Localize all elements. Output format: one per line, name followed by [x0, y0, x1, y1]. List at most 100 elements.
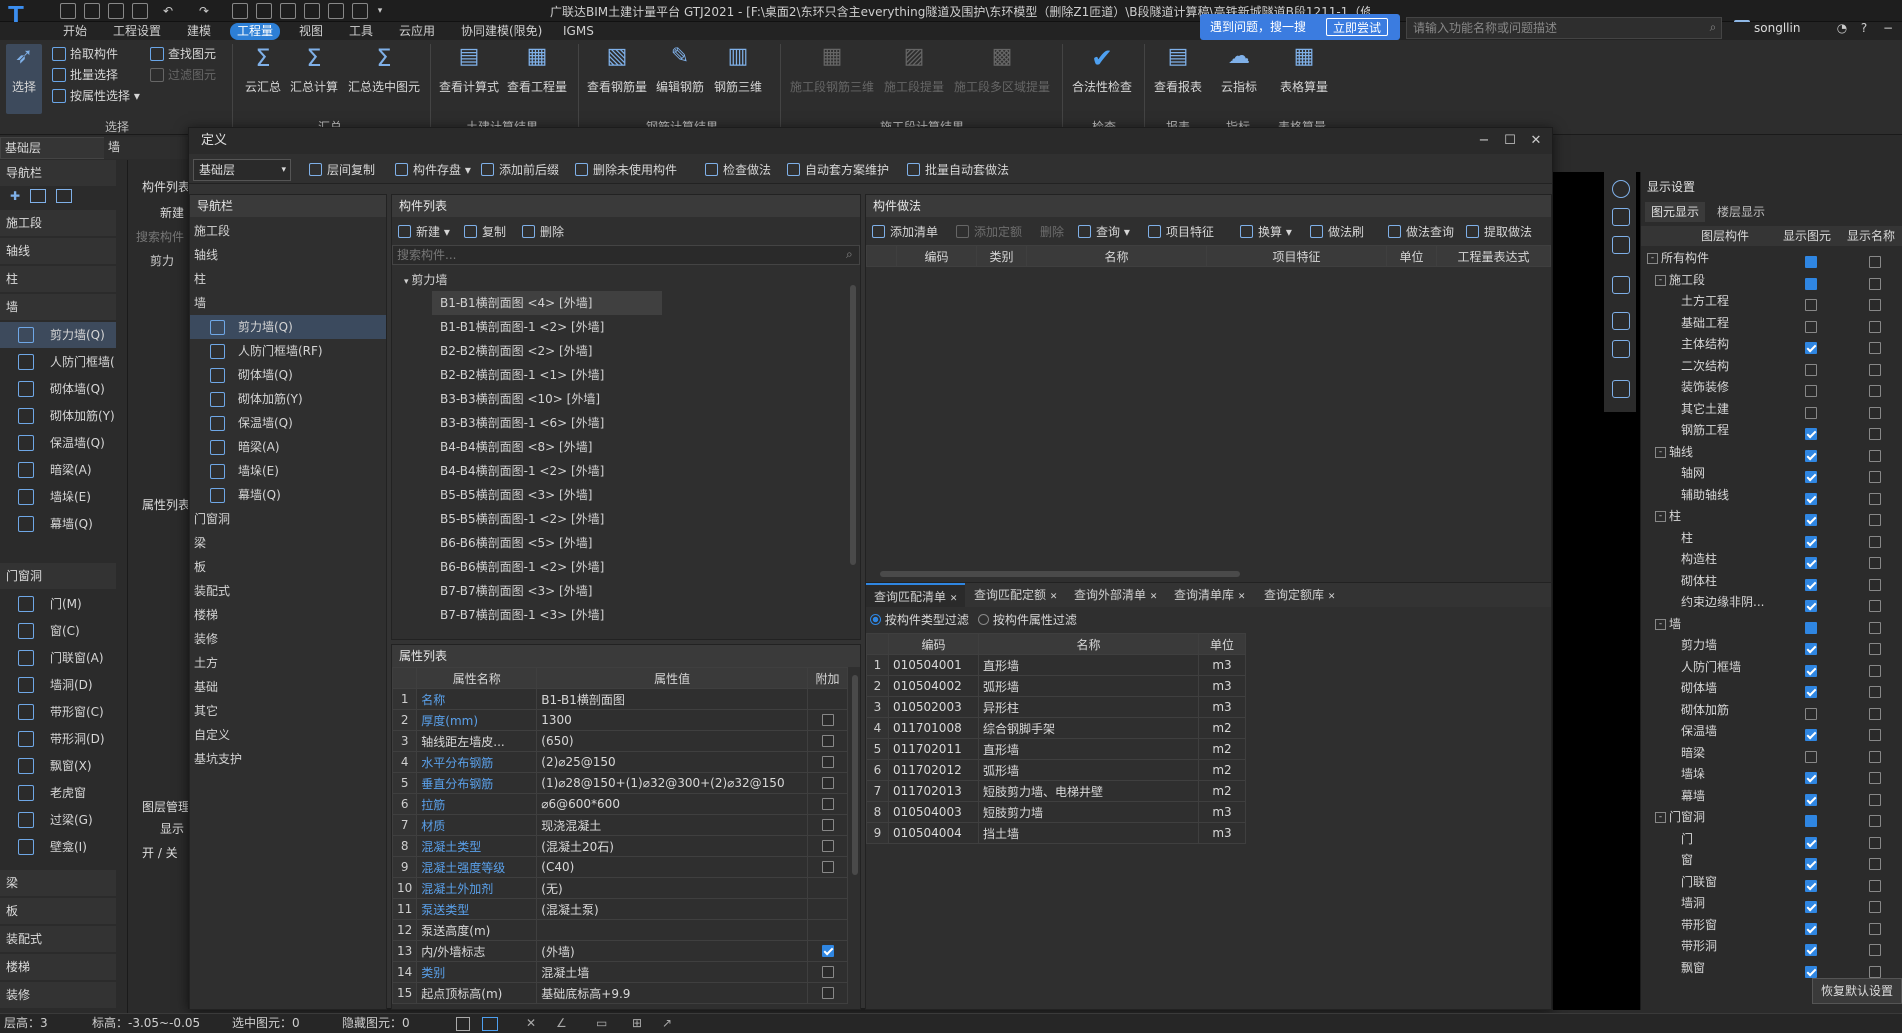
collapse-icon[interactable]: - — [1647, 253, 1658, 264]
query-row[interactable]: 2 010504002 弧形墙 m3 — [866, 675, 1246, 697]
tab-list-library[interactable]: 查询清单库 ✕ — [1166, 583, 1253, 607]
select-tool-button[interactable]: ➶ 选择 — [6, 44, 42, 114]
menu-start[interactable]: 开始 — [56, 23, 94, 40]
tab-match-list[interactable]: 查询匹配清单 ✕ — [866, 583, 966, 607]
show-element-checkbox[interactable] — [1805, 600, 1817, 612]
filter-by-type-radio[interactable]: 按构件类型过滤 — [870, 611, 969, 629]
query-row[interactable]: 7 011702013 短肢剪力墙、电梯井壁 m2 — [866, 780, 1246, 802]
query-row[interactable]: 8 010504003 短肢剪力墙 m3 — [866, 801, 1246, 823]
attr-value[interactable]: (650) — [536, 730, 808, 752]
dialog-nav-foundation[interactable]: 基础 — [190, 675, 218, 699]
method-h-scrollbar[interactable] — [880, 571, 1240, 577]
show-element-checkbox[interactable] — [1805, 449, 1817, 462]
show-name-checkbox[interactable] — [1869, 686, 1881, 698]
show-name-checkbox[interactable] — [1869, 793, 1881, 806]
attribute-row[interactable]: 8 混凝土类型 (混凝土20石) — [391, 835, 848, 857]
display-row[interactable]: - 所有构件 — [1641, 248, 1902, 269]
display-row[interactable]: 土方工程 — [1641, 291, 1902, 312]
show-name-checkbox[interactable] — [1869, 471, 1881, 483]
display-row[interactable]: 门 — [1641, 829, 1902, 850]
attribute-row[interactable]: 10 混凝土外加剂 (无) — [391, 877, 848, 899]
show-element-checkbox[interactable] — [1805, 815, 1817, 827]
display-row[interactable]: 飘窗 — [1641, 958, 1902, 979]
display-row[interactable]: 钢筋工程 — [1641, 420, 1902, 441]
notes-icon[interactable] — [1612, 380, 1630, 398]
attribute-row[interactable]: 11 泵送类型 (混凝土泵) — [391, 898, 848, 920]
display-row[interactable]: - 施工段 — [1641, 270, 1902, 291]
attr-value[interactable]: 基础底标高+9.9 — [536, 982, 808, 1004]
attr-extra-checkbox[interactable] — [821, 987, 834, 999]
delete-component-button[interactable]: 删除 — [522, 223, 564, 241]
component-item[interactable]: B4-B4横剖面图 <8> [外墙] — [432, 435, 662, 459]
nav-section-axis[interactable]: 轴线 — [0, 238, 116, 264]
attribute-row[interactable]: 5 垂直分布钢筋 (1)⌀28@150+(1)⌀32@300+(2)⌀32@150 — [391, 772, 848, 794]
attribute-row[interactable]: 12 泵送高度(m) — [391, 919, 848, 941]
show-element-checkbox[interactable] — [1805, 557, 1817, 569]
show-element-checkbox[interactable] — [1805, 965, 1817, 978]
attribute-row[interactable]: 9 混凝土强度等级 (C40) — [391, 856, 848, 878]
tab-quota-library[interactable]: 查询定额库 ✕ — [1256, 583, 1343, 607]
settings-view-icon[interactable] — [1612, 340, 1630, 358]
nav-section-decoration[interactable]: 装修 — [0, 982, 116, 1008]
try-now-button[interactable]: 立即尝试 — [1326, 18, 1389, 36]
show-name-checkbox[interactable] — [1869, 901, 1881, 913]
restore-default-button[interactable]: 恢复默认设置 — [1812, 978, 1902, 1004]
minimize-icon[interactable]: − — [1475, 132, 1493, 150]
search-icon[interactable]: ⌕ — [846, 247, 853, 262]
angle-icon[interactable]: ∠ — [556, 1014, 567, 1033]
export-icon[interactable] — [352, 3, 368, 19]
dialog-nav-pilaster[interactable]: 墙垛(E) — [190, 459, 279, 483]
cube-icon[interactable] — [1612, 276, 1630, 294]
show-name-checkbox[interactable] — [1869, 557, 1881, 569]
show-element-checkbox[interactable] — [1805, 277, 1817, 290]
component-item[interactable]: B6-B6横剖面图-1 <2> [外墙] — [432, 555, 662, 579]
show-element-checkbox[interactable] — [1805, 256, 1817, 268]
display-row[interactable]: 砌体墙 — [1641, 678, 1902, 699]
component-item[interactable]: B3-B3横剖面图 <10> [外墙] — [432, 387, 662, 411]
nav-item-masonry-rebar[interactable]: 砌体加筋(Y) — [0, 403, 116, 429]
attr-extra-checkbox[interactable] — [821, 714, 834, 726]
segment-extract-button[interactable]: ▨ 施工段提量 — [880, 44, 948, 95]
show-name-checkbox[interactable] — [1869, 277, 1881, 290]
component-item[interactable]: B6-B6横剖面图 <5> [外墙] — [432, 531, 662, 555]
edit-rebar-button[interactable]: ✎ 编辑钢筋 — [652, 44, 708, 95]
attr-value[interactable]: (1)⌀28@150+(1)⌀32@300+(2)⌀32@150 — [536, 772, 808, 794]
open-file-icon[interactable] — [84, 3, 100, 19]
show-element-checkbox[interactable] — [1805, 793, 1817, 806]
attr-value[interactable]: ⌀6@600*600 — [536, 793, 808, 815]
collapse-icon[interactable]: - — [1655, 446, 1666, 458]
dialog-nav-segment[interactable]: 施工段 — [190, 219, 230, 243]
bg-tree-group[interactable]: 剪力 — [150, 252, 174, 269]
display-row[interactable]: 其它土建 — [1641, 399, 1902, 420]
display-row[interactable]: 构造柱 — [1641, 549, 1902, 570]
show-name-checkbox[interactable] — [1869, 342, 1881, 354]
redo-icon[interactable]: ↷ — [196, 2, 212, 20]
component-item[interactable]: B1-B1横剖面图 <4> [外墙] — [432, 291, 662, 315]
tab-element-display[interactable]: 图元显示 — [1645, 202, 1705, 222]
display-row[interactable]: 带形洞 — [1641, 936, 1902, 957]
show-element-checkbox[interactable] — [1805, 772, 1817, 784]
show-name-checkbox[interactable] — [1869, 965, 1881, 978]
attr-value[interactable]: (C40) — [536, 856, 808, 878]
menu-view[interactable]: 视图 — [292, 23, 330, 40]
show-name-checkbox[interactable] — [1869, 385, 1881, 397]
display-row[interactable]: 幕墙 — [1641, 786, 1902, 807]
copy-component-button[interactable]: 复制 — [464, 223, 506, 241]
check-method-button[interactable]: 检查做法 — [705, 161, 771, 179]
display-row[interactable]: 墙洞 — [1641, 893, 1902, 914]
display-row[interactable]: 二次结构 — [1641, 356, 1902, 377]
nav-item-civil-door-wall[interactable]: 人防门框墙( — [0, 349, 116, 375]
display-row[interactable]: 装饰装修 — [1641, 377, 1902, 398]
add-list-button[interactable]: 添加清单 — [872, 223, 938, 241]
menu-igms[interactable]: IGMS — [556, 23, 601, 40]
show-name-checkbox[interactable] — [1869, 858, 1881, 870]
show-name-checkbox[interactable] — [1869, 815, 1881, 827]
attr-extra-checkbox[interactable] — [821, 945, 834, 957]
show-name-checkbox[interactable] — [1869, 922, 1881, 935]
nav-item-strip-hole[interactable]: 带形洞(D) — [0, 726, 116, 752]
tree-group-shear-wall[interactable]: ▾ 剪力墙 — [404, 269, 447, 291]
nav-item-dormer[interactable]: 老虎窗 — [0, 780, 116, 806]
query-row[interactable]: 9 010504004 挡土墙 m3 — [866, 822, 1246, 844]
show-element-checkbox[interactable] — [1805, 858, 1817, 870]
dialog-nav-prefab[interactable]: 装配式 — [190, 579, 230, 603]
